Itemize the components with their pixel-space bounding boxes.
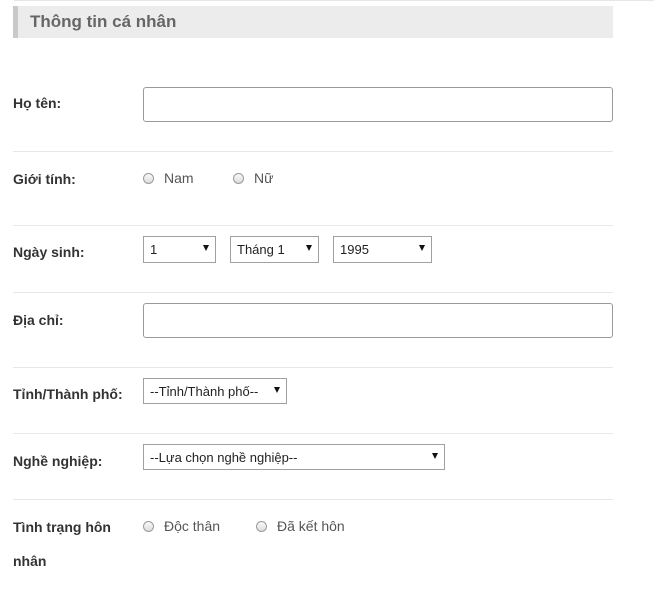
birth-year-value: 1995: [340, 242, 369, 257]
marital-radio-single[interactable]: Độc thân: [143, 518, 220, 534]
occupation-label: Nghề nghiệp:: [13, 453, 103, 469]
radio-circle[interactable]: [233, 172, 244, 184]
province-select[interactable]: --Tỉnh/Thành phố--: [143, 378, 287, 404]
birth-day-select[interactable]: 1: [143, 236, 216, 263]
gender-label: Giới tính:: [13, 171, 76, 187]
birth-day-value: 1: [150, 242, 158, 257]
marital-option-single: Độc thân: [164, 518, 221, 534]
divider: [13, 499, 613, 500]
divider: [13, 151, 613, 152]
occupation-selected: --Lựa chọn nghề nghiệp--: [150, 449, 298, 465]
fullname-input[interactable]: [143, 87, 613, 122]
top-rule: [14, 0, 654, 1]
gender-option-female: Nữ: [254, 170, 274, 186]
marital-radio-married[interactable]: Đã kết hôn: [256, 518, 345, 534]
province-selected: --Tỉnh/Thành phố--: [150, 383, 259, 399]
province-label: Tỉnh/Thành phố:: [13, 386, 123, 402]
dropdown-arrow-icon: [306, 245, 312, 251]
section-header: Thông tin cá nhân: [13, 6, 613, 38]
dropdown-arrow-icon: [203, 245, 209, 251]
gender-option-male: Nam: [164, 170, 194, 186]
address-label: Địa chỉ:: [13, 312, 64, 328]
radio-circle[interactable]: [143, 172, 154, 184]
marital-label-line1: Tình trạng hôn: [13, 519, 111, 535]
birth-month-select[interactable]: Tháng 1: [230, 236, 319, 263]
address-input[interactable]: [143, 303, 613, 338]
dropdown-arrow-icon: [432, 453, 438, 459]
marital-option-married: Đã kết hôn: [277, 518, 345, 534]
fullname-label: Họ tên:: [13, 95, 62, 111]
section-title: Thông tin cá nhân: [30, 12, 177, 31]
marital-label-line2: nhân: [13, 553, 47, 569]
gender-radio-female[interactable]: Nữ: [233, 170, 273, 186]
dropdown-arrow-icon: [419, 245, 425, 251]
occupation-select[interactable]: --Lựa chọn nghề nghiệp--: [143, 444, 445, 470]
gender-radio-male[interactable]: Nam: [143, 170, 194, 186]
divider: [13, 433, 613, 434]
divider: [13, 292, 613, 293]
birth-year-select[interactable]: 1995: [333, 236, 432, 263]
birth-month-value: Tháng 1: [237, 242, 285, 257]
radio-circle[interactable]: [256, 520, 267, 532]
divider: [13, 367, 613, 368]
radio-circle[interactable]: [143, 520, 154, 532]
dropdown-arrow-icon: [274, 387, 280, 393]
divider: [13, 225, 613, 226]
birthdate-label: Ngày sinh:: [13, 244, 85, 260]
